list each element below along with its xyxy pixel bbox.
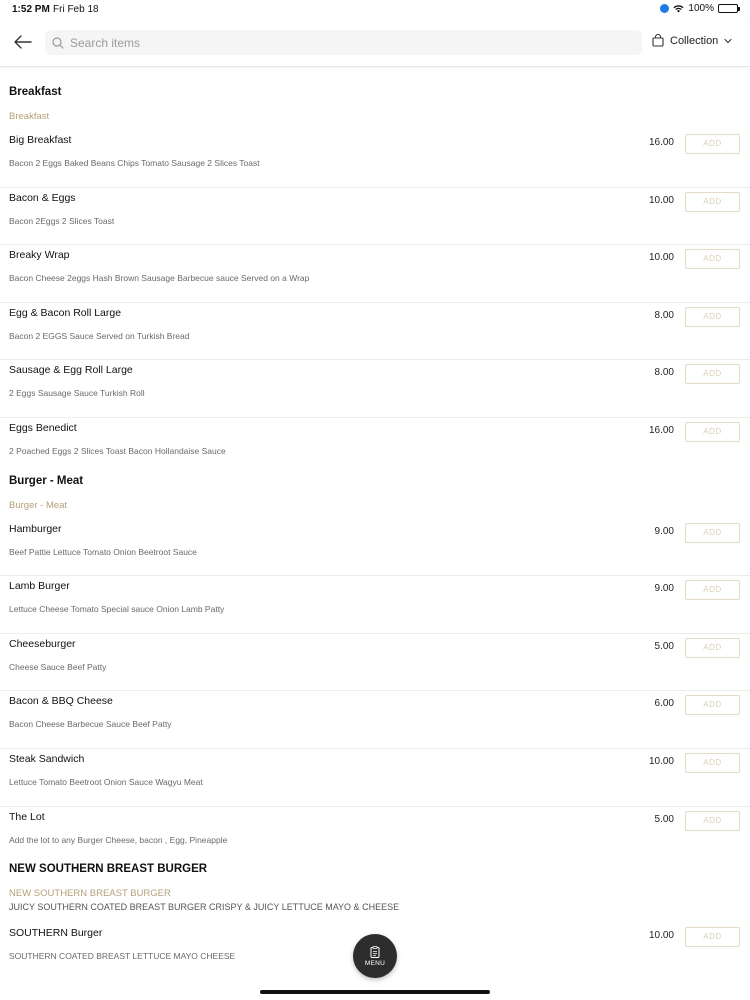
item-price: 10.00 <box>648 252 674 264</box>
item-name: Egg & Bacon Roll Large <box>9 306 122 319</box>
home-indicator[interactable] <box>260 990 490 994</box>
item-name: Sausage & Egg Roll Large <box>9 364 133 377</box>
item-name: Cheeseburger <box>9 637 76 650</box>
item-price: 16.00 <box>648 137 674 148</box>
item-price: 8.00 <box>654 367 674 379</box>
collection-label: Collection <box>670 34 719 47</box>
menu-section: Breakfast Breakfast Big Breakfast Bacon … <box>0 75 750 476</box>
add-button[interactable]: ADD <box>685 306 740 327</box>
add-button[interactable]: ADD <box>685 695 740 716</box>
item-name: Hamburger <box>9 522 62 535</box>
add-button[interactable]: ADD <box>685 580 740 601</box>
menu-item: Big Breakfast Bacon 2 Eggs Baked Beans C… <box>0 130 750 188</box>
section-title: Breakfast <box>9 86 62 98</box>
menu-button[interactable]: MENU <box>353 934 397 978</box>
section-subtitle: Breakfast <box>9 111 50 122</box>
item-description: Cheese Sauce Beef Patty <box>9 661 107 672</box>
item-name: Breaky Wrap <box>9 249 70 262</box>
item-name: The Lot <box>9 810 45 823</box>
top-bar: Collection <box>0 22 750 67</box>
item-price: 10.00 <box>648 755 674 767</box>
search-input[interactable] <box>70 35 620 50</box>
item-description: Beef Pattie Lettuce Tomato Onion Beetroo… <box>9 546 197 557</box>
item-price: 10.00 <box>648 930 674 942</box>
add-button[interactable]: ADD <box>685 421 740 442</box>
back-button[interactable] <box>12 31 34 53</box>
search-icon <box>52 36 64 49</box>
item-description: Bacon Cheese Barbecue Sauce Beef Patty <box>9 719 172 730</box>
item-name: Bacon & BBQ Cheese <box>9 695 113 708</box>
wifi-icon <box>673 4 684 12</box>
item-description: Lettuce Cheese Tomato Special sauce Onio… <box>9 604 225 615</box>
status-right: 100% <box>660 3 740 14</box>
item-name: Steak Sandwich <box>9 752 85 765</box>
battery-percent: 100% <box>688 3 714 14</box>
menu-item: The Lot Add the lot to any Burger Cheese… <box>0 807 750 865</box>
item-name: SOUTHERN Burger <box>9 927 103 940</box>
item-name: Lamb Burger <box>9 580 70 593</box>
menu-item: Breaky Wrap Bacon Cheese 2eggs Hash Brow… <box>0 245 750 303</box>
item-name: Big Breakfast <box>9 134 72 146</box>
item-name: Bacon & Eggs <box>9 191 76 204</box>
menu-button-label: MENU <box>364 959 386 967</box>
item-name: Eggs Benedict <box>9 421 77 434</box>
item-description: Bacon 2Eggs 2 Slices Toast <box>9 215 115 226</box>
add-button[interactable]: ADD <box>685 249 740 270</box>
item-price: 8.00 <box>654 309 674 321</box>
menu-item: Cheeseburger Cheese Sauce Beef Patty 5.0… <box>0 634 750 692</box>
item-description: Lettuce Tomato Beetroot Onion Sauce Wagy… <box>9 776 203 787</box>
item-description: 2 Eggs Sausage Sauce Turkish Roll <box>9 388 145 399</box>
status-time: 1:52 PM <box>12 4 50 15</box>
clipboard-icon <box>370 945 380 958</box>
menu-item: Sausage & Egg Roll Large 2 Eggs Sausage … <box>0 360 750 418</box>
search-bar[interactable] <box>45 30 642 55</box>
menu-item: Bacon & Eggs Bacon 2Eggs 2 Slices Toast … <box>0 188 750 246</box>
location-icon <box>660 4 670 13</box>
collection-selector[interactable]: Collection <box>652 34 732 47</box>
shopping-bag-icon <box>652 34 664 47</box>
item-price: 16.00 <box>648 424 674 436</box>
chevron-down-icon <box>724 38 732 43</box>
add-button[interactable]: ADD <box>685 191 740 212</box>
item-description: Add the lot to any Burger Cheese, bacon … <box>9 834 228 845</box>
item-price: 5.00 <box>654 813 674 825</box>
add-button[interactable]: ADD <box>685 637 740 658</box>
menu-section: Burger - Meat Burger - Meat Hamburger Be… <box>0 464 750 865</box>
item-price: 6.00 <box>654 698 674 710</box>
add-button[interactable]: ADD <box>685 134 740 154</box>
add-button[interactable]: ADD <box>685 364 740 385</box>
menu-item: Egg & Bacon Roll Large Bacon 2 EGGS Sauc… <box>0 303 750 361</box>
section-description: JUICY SOUTHERN COATED BREAST BURGER CRIS… <box>9 902 400 913</box>
arrow-left-icon <box>14 35 32 49</box>
add-button[interactable]: ADD <box>685 522 740 543</box>
add-button[interactable]: ADD <box>685 927 740 948</box>
battery-icon <box>718 4 740 13</box>
section-subtitle: Burger - Meat <box>9 499 68 511</box>
item-description: SOUTHERN COATED BREAST LETTUCE MAYO CHEE… <box>9 951 236 962</box>
menu-item: Bacon & BBQ Cheese Bacon Cheese Barbecue… <box>0 691 750 749</box>
status-date: Fri Feb 18 <box>53 4 99 15</box>
menu-item: Steak Sandwich Lettuce Tomato Beetroot O… <box>0 749 750 807</box>
menu-item: Lamb Burger Lettuce Cheese Tomato Specia… <box>0 576 750 634</box>
menu-item: Eggs Benedict 2 Poached Eggs 2 Slices To… <box>0 418 750 476</box>
item-description: Bacon 2 Eggs Baked Beans Chips Tomato Sa… <box>9 158 260 168</box>
menu-list: Breakfast Breakfast Big Breakfast Bacon … <box>0 75 750 981</box>
status-bar: 1:52 PM Fri Feb 18 100% <box>0 0 750 18</box>
add-button[interactable]: ADD <box>685 752 740 773</box>
add-button[interactable]: ADD <box>685 810 740 831</box>
item-price: 9.00 <box>654 525 674 537</box>
item-price: 9.00 <box>654 583 674 595</box>
item-description: Bacon Cheese 2eggs Hash Brown Sausage Ba… <box>9 273 310 284</box>
item-price: 5.00 <box>654 640 674 652</box>
item-price: 10.00 <box>648 194 674 206</box>
item-description: Bacon 2 EGGS Sauce Served on Turkish Bre… <box>9 330 190 341</box>
item-description: 2 Poached Eggs 2 Slices Toast Bacon Holl… <box>9 445 226 456</box>
menu-item: Hamburger Beef Pattie Lettuce Tomato Oni… <box>0 519 750 577</box>
